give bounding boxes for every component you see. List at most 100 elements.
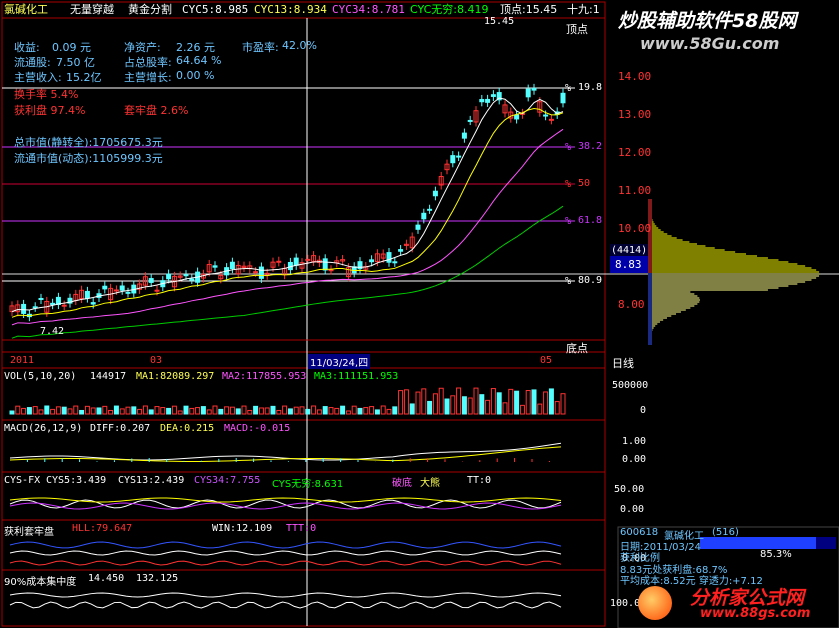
volume-bar [519, 404, 525, 415]
current-count: (4414) [611, 245, 648, 256]
fib-label-38.2: 38.2 [578, 141, 603, 152]
pe-label: 市盈率: [242, 41, 279, 54]
volume-bar [9, 410, 15, 415]
volume-bar [496, 392, 502, 415]
candle-body [386, 252, 392, 263]
candle-body [21, 303, 27, 314]
volume-bar [189, 407, 195, 415]
cys34-value: CYS34:7.755 [194, 475, 261, 486]
fib-label-61.8: 61.8 [578, 215, 603, 226]
watermark-top-text: 炒股辅助软件58股网 [618, 10, 797, 32]
volume-bar [392, 406, 398, 415]
fib-label-19.8: 19.8 [578, 82, 603, 93]
volume-bar [548, 388, 554, 415]
moving-average-line [11, 97, 564, 313]
cost-panel-label[interactable]: 90%成本集中度 [4, 573, 76, 588]
volume-bar [328, 407, 334, 415]
volume-bar [432, 393, 438, 415]
volume-bar [345, 410, 351, 415]
cost-axis-100: 100.0 [610, 598, 641, 609]
cyc13-value: CYC13:8.934 [254, 3, 327, 16]
pe-value: 42.0% [282, 39, 317, 52]
cost-line-2 [9, 592, 562, 598]
header-extra: 十九:1 [567, 3, 600, 16]
price-tick-13: 13.00 [618, 108, 652, 121]
volume-bar [316, 409, 322, 415]
profit-white-line [9, 550, 562, 556]
volume-bar [26, 407, 32, 415]
volume-bar [398, 390, 404, 415]
price-tick-10: 10.00 [618, 222, 652, 235]
volume-bar [490, 388, 496, 415]
volume-bar [96, 407, 102, 415]
volume-bar [206, 409, 212, 415]
vol-label[interactable]: VOL(5,10,20) [4, 371, 76, 382]
candle-body [148, 278, 154, 283]
volume-bar [340, 405, 346, 415]
watermark-top-url: www.58Gu.com [640, 34, 780, 53]
volume-bar [218, 408, 224, 415]
volume-bar [467, 397, 473, 415]
period-label[interactable]: 日线 [612, 355, 634, 371]
volume-bar [247, 409, 253, 415]
ratio-label: 占总股率: [124, 56, 172, 69]
volume-bar [409, 403, 415, 415]
candle-body [119, 285, 125, 291]
candle-body [276, 260, 282, 263]
volume-bar [485, 399, 491, 415]
volume-bar [386, 408, 392, 415]
candle-body [154, 289, 160, 292]
candle-body [189, 278, 195, 281]
float-label: 流通股: [14, 56, 51, 69]
volume-bar [258, 407, 264, 415]
volume-bar [142, 405, 148, 415]
volume-bar [44, 405, 50, 415]
indicator-name-2[interactable]: 黄金分割 [128, 3, 172, 16]
info-ratio-value: 85.3% [760, 549, 792, 560]
cys-extra-1: 破底 [392, 478, 412, 489]
volume-bar [171, 405, 177, 415]
candle-body [531, 87, 537, 91]
candle-body [258, 266, 264, 279]
volume-bar [287, 408, 293, 415]
income-value: 15.2亿 [66, 71, 102, 84]
candle-body [61, 304, 67, 307]
volume-bar [79, 409, 85, 415]
volume-bar [131, 406, 137, 415]
vol-ma1: MA1:82089.297 [136, 371, 215, 382]
cys-label[interactable]: CYS-FX [4, 475, 40, 486]
cys-extra-3: TT:0 [467, 475, 492, 486]
candle-body [432, 190, 438, 197]
price-tick-14: 14.00 [618, 70, 652, 83]
candle-body [32, 306, 38, 309]
macd-axis-1: 1.00 [622, 436, 647, 447]
volume-bar [160, 407, 166, 415]
volume-bar [32, 406, 38, 415]
volume-bar [224, 406, 230, 415]
volume-bar [415, 391, 421, 415]
volume-bar [525, 390, 531, 415]
cys5-value: CYS5:3.439 [46, 475, 107, 486]
vol-value: 144917 [90, 371, 127, 382]
cys-line-3 [9, 497, 562, 503]
volume-bar [137, 408, 143, 415]
profit-panel-label[interactable]: 获利套牢盘 [4, 523, 54, 538]
candle-body [50, 302, 56, 306]
growth-value: 0.00 % [176, 69, 215, 82]
chip-distribution [648, 199, 820, 345]
volume-bar [90, 407, 96, 415]
volume-bar [374, 409, 380, 415]
volume-bar [305, 408, 311, 415]
indicator-name-1[interactable]: 无量穿越 [70, 3, 114, 16]
trapped-chips: 套牢盘 2.6% [124, 104, 189, 117]
volume-bar [560, 393, 566, 415]
candle-body [113, 289, 119, 292]
volume-bar [502, 402, 508, 415]
top-point-header: 顶点:15.45 [500, 3, 558, 16]
fib-label-50: 50 [578, 178, 591, 189]
net-asset-label: 净资产: [124, 41, 161, 54]
candle-body [415, 224, 421, 230]
volume-bar [125, 406, 131, 415]
stock-name[interactable]: 氯碱化工 [4, 3, 48, 16]
macd-label[interactable]: MACD(26,12,9) [4, 423, 82, 434]
